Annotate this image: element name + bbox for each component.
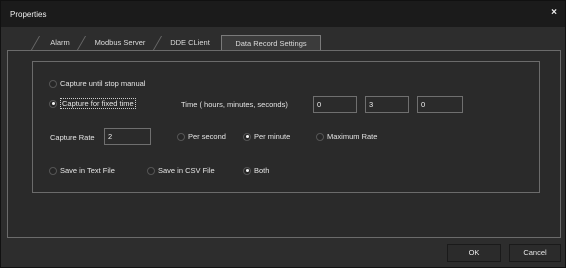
save-text-file-label: Save in Text File (60, 166, 115, 175)
capture-until-stop-radio[interactable]: Capture until stop manual (49, 79, 145, 88)
per-minute-radio[interactable]: Per minute (243, 132, 290, 141)
minutes-input[interactable] (365, 96, 409, 113)
save-both-label: Both (254, 166, 270, 175)
tab-content-panel: Capture until stop manual Capture for fi… (7, 50, 561, 238)
title-bar: Properties × (1, 1, 565, 27)
capture-fixed-time-label: Capture for fixed time (60, 98, 136, 109)
per-second-label: Per second (188, 132, 226, 141)
data-record-settings-group: Capture until stop manual Capture for fi… (32, 61, 540, 193)
radio-indicator (49, 99, 57, 108)
radio-indicator (243, 132, 251, 141)
radio-indicator (147, 166, 155, 175)
tab-dde-client[interactable]: DDE CLient (161, 35, 219, 51)
time-label: Time ( hours, minutes, seconds) (181, 100, 288, 109)
save-both-radio[interactable]: Both (243, 166, 269, 175)
seconds-input[interactable] (417, 96, 463, 113)
radio-indicator (49, 166, 57, 175)
capture-rate-label: Capture Rate (50, 133, 95, 142)
per-second-radio[interactable]: Per second (177, 132, 226, 141)
tab-data-record-settings[interactable]: Data Record Settings (221, 35, 321, 51)
radio-indicator (316, 132, 324, 141)
dialog-title: Properties (10, 10, 47, 19)
save-csv-file-label: Save in CSV File (158, 166, 215, 175)
maximum-rate-label: Maximum Rate (327, 132, 378, 141)
tab-bar: Alarm Modbus Server DDE CLient Data Reco… (1, 35, 565, 51)
save-csv-file-radio[interactable]: Save in CSV File (147, 166, 215, 175)
radio-indicator (243, 166, 251, 175)
capture-fixed-time-radio[interactable]: Capture for fixed time (49, 98, 136, 109)
capture-until-stop-label: Capture until stop manual (60, 79, 146, 88)
hours-input[interactable] (313, 96, 357, 113)
per-minute-label: Per minute (254, 132, 291, 141)
tab-alarm[interactable]: Alarm (39, 35, 81, 51)
radio-indicator (177, 132, 185, 141)
close-button[interactable]: × (548, 7, 560, 19)
ok-button[interactable]: OK (447, 244, 501, 262)
capture-rate-input[interactable] (104, 128, 151, 145)
properties-dialog: Properties × Alarm Modbus Server DDE CLi… (0, 0, 566, 268)
maximum-rate-radio[interactable]: Maximum Rate (316, 132, 377, 141)
radio-indicator (49, 79, 57, 88)
save-text-file-radio[interactable]: Save in Text File (49, 166, 115, 175)
tab-modbus-server[interactable]: Modbus Server (85, 35, 155, 51)
cancel-button[interactable]: Cancel (509, 244, 561, 262)
